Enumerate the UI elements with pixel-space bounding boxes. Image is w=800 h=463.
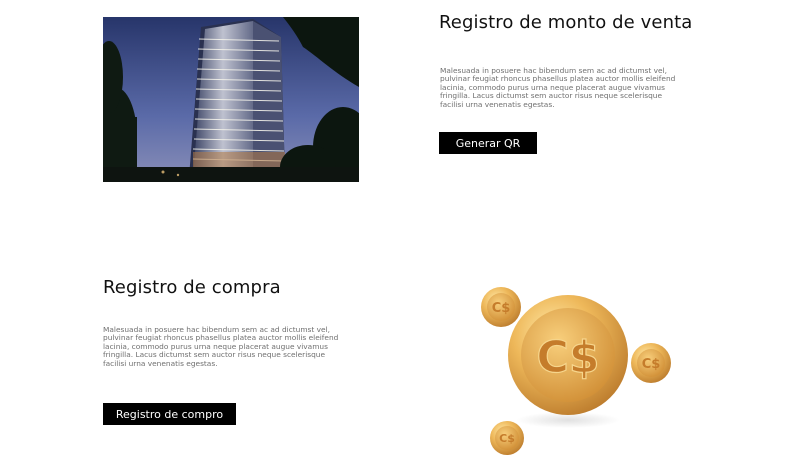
coin-symbol-small-1: C$ [492, 301, 511, 316]
sales-section-title: Registro de monto de venta [439, 12, 693, 33]
generate-qr-button[interactable]: Generar QR [439, 132, 537, 154]
purchase-section-description: Malesuada in posuere hac bibendum sem ac… [103, 325, 339, 368]
purchase-section-title: Registro de compra [103, 277, 281, 298]
coins-illustration: C$ C$ C$ C$ [470, 280, 680, 463]
sales-section-description: Malesuada in posuere hac bibendum sem ac… [440, 66, 676, 109]
coin-symbol-small-3: C$ [499, 432, 515, 445]
coin-symbol-small-2: C$ [642, 357, 661, 372]
register-purchase-button[interactable]: Registro de compro [103, 403, 236, 425]
coin-symbol-large: C$ [537, 332, 600, 383]
building-image [103, 17, 359, 182]
